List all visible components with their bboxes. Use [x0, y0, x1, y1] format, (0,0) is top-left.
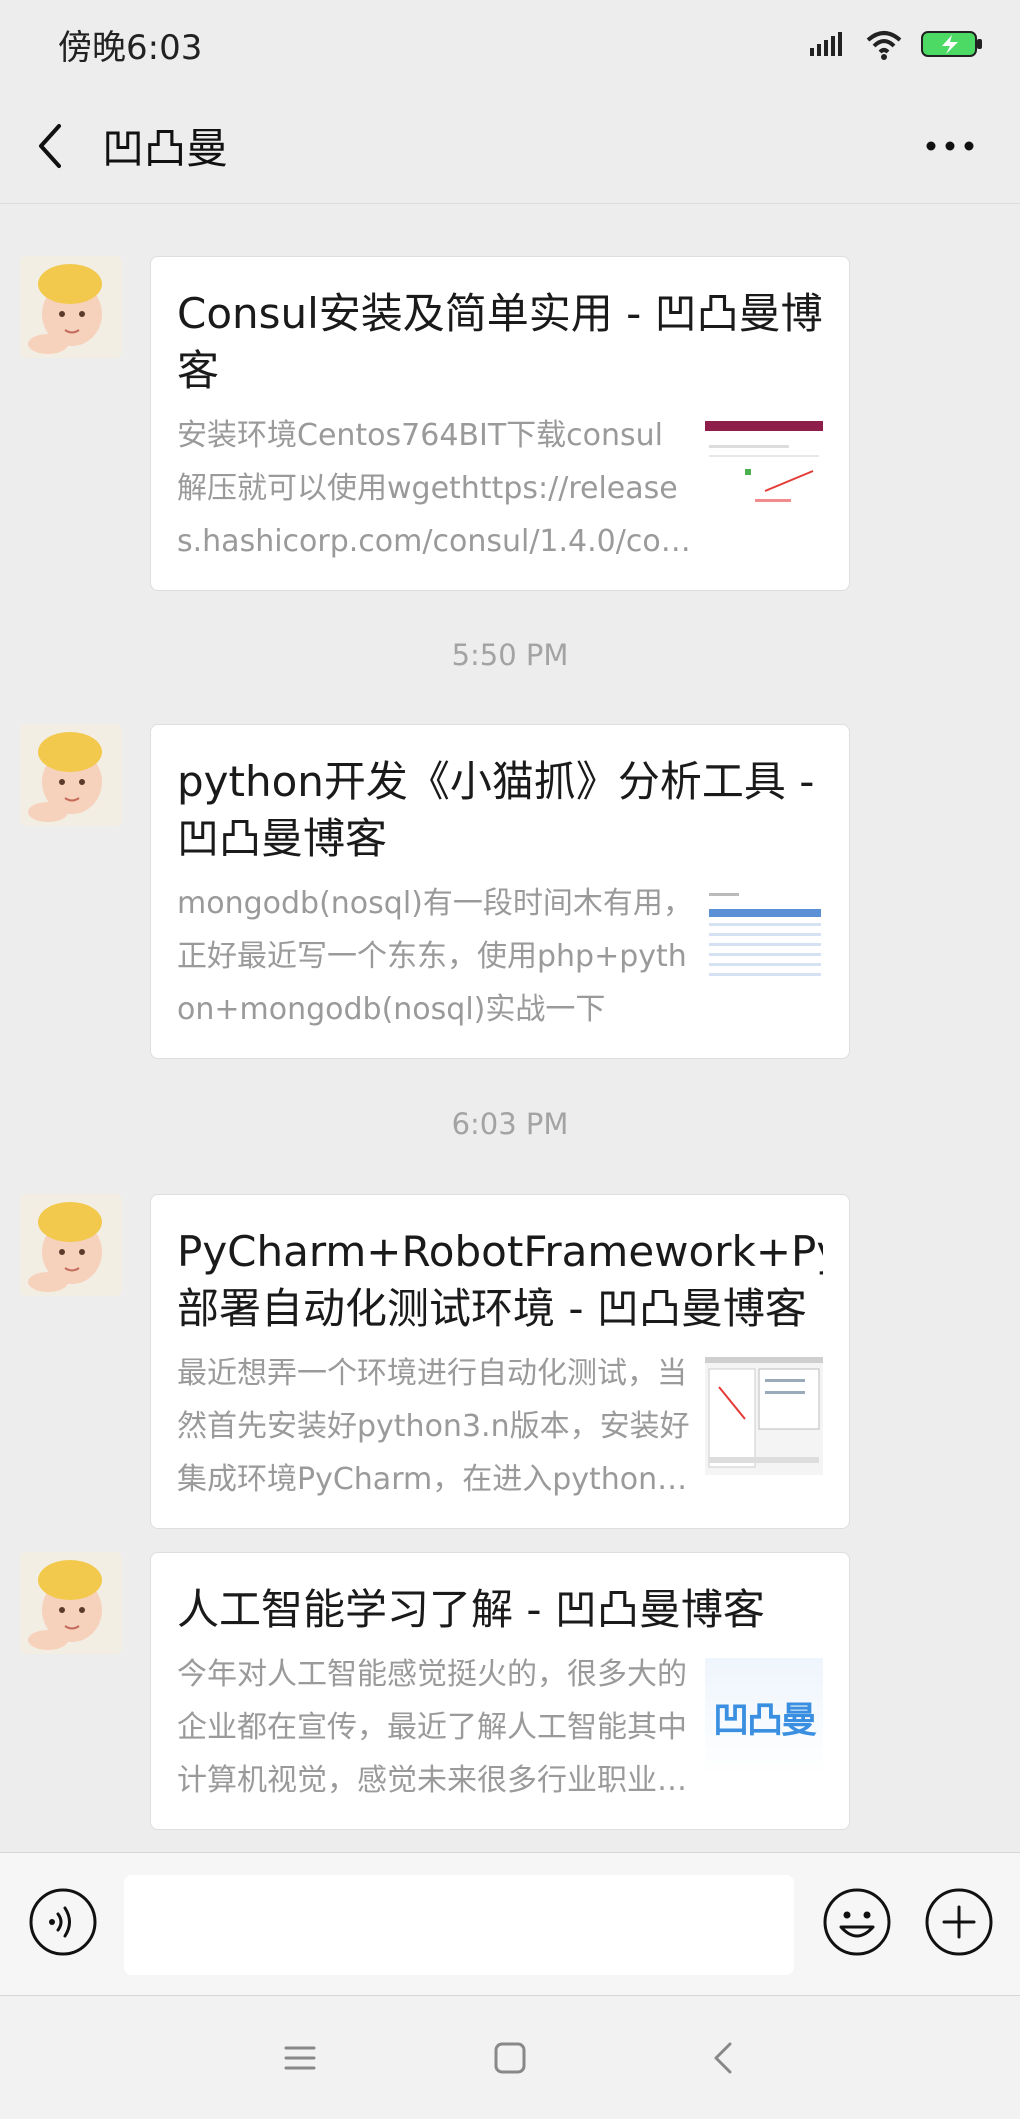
timestamp: 5:50 PM [451, 638, 569, 672]
link-card[interactable]: python开发《小猫抓》分析工具 - 凹凸曼博客 mongodb(nosql)… [150, 724, 850, 1059]
card-description: 今年对人工智能感觉挺火的，很多大的企业都在宣传，最近了解人工智能其中计算机视觉，… [177, 1657, 687, 1798]
chevron-left-icon [39, 123, 61, 168]
link-card[interactable]: Consul安装及简单实用 - 凹凸曼博客 安装环境Centos764BIT下载… [150, 256, 850, 591]
wifi-icon [866, 31, 902, 60]
signal-icon [810, 32, 842, 56]
message-list: Consul安装及简单实用 - 凹凸曼博客 安装环境Centos764BIT下载… [0, 204, 1020, 1852]
link-card[interactable]: PyCharm+RobotFramework+Python3部署自动化测试环境 … [150, 1194, 850, 1529]
card-description: 最近想弄一个环境进行自动化测试，当然首先安装好python3.n版本，安装好集成… [177, 1356, 690, 1497]
more-button[interactable] [920, 120, 980, 172]
system-nav-bar [0, 1996, 1020, 2119]
avatar[interactable] [20, 256, 122, 358]
title-bar: 凹凸曼 [0, 88, 1020, 204]
chat-title: 凹凸曼 [102, 124, 229, 173]
avatar[interactable] [20, 1194, 122, 1296]
back-button[interactable] [0, 88, 100, 204]
menu-icon [284, 2046, 316, 2070]
nav-home-button[interactable] [488, 2036, 532, 2080]
plus-icon [925, 1888, 993, 1956]
card-thumbnail: 凹凸曼 [705, 1658, 823, 1776]
card-description: mongodb(nosql)有一段时间木有用，正好最近写一个东东，使用php+p… [177, 886, 693, 1027]
card-title: Consul安装及简单实用 - 凹凸曼博客 [177, 289, 823, 395]
link-card[interactable]: 人工智能学习了解 - 凹凸曼博客 今年对人工智能感觉挺火的，很多大的企业都在宣传… [150, 1552, 850, 1830]
card-thumbnail [705, 419, 823, 537]
timestamp: 6:03 PM [451, 1107, 569, 1141]
back-triangle-icon [714, 2042, 732, 2074]
status-bar: 傍晚6:03 [0, 0, 1020, 88]
card-description: 安装环境Centos764BIT下载consul解压就可以使用wgethttps… [177, 418, 680, 559]
nav-menu-button[interactable] [278, 2036, 322, 2080]
status-time: 傍晚6:03 [58, 27, 203, 68]
message-input[interactable] [124, 1875, 794, 1975]
plus-button[interactable] [924, 1887, 994, 1957]
voice-button[interactable] [28, 1887, 98, 1957]
status-icons [808, 28, 984, 60]
more-dots-icon [926, 141, 974, 151]
input-bar [0, 1852, 1020, 1996]
battery-icon [921, 31, 982, 57]
emoji-icon [823, 1888, 891, 1956]
thumbnail-logo-text: 凹凸曼 [712, 1700, 817, 1741]
avatar[interactable] [20, 724, 122, 826]
avatar[interactable] [20, 1552, 122, 1654]
card-title: 人工智能学习了解 - 凹凸曼博客 [177, 1585, 765, 1634]
nav-back-button[interactable] [702, 2036, 746, 2080]
square-icon [494, 2042, 526, 2074]
card-thumbnail [705, 887, 823, 1005]
card-thumbnail [705, 1357, 823, 1475]
emoji-button[interactable] [822, 1887, 892, 1957]
voice-icon [29, 1888, 97, 1956]
card-title: PyCharm+RobotFramework+Python3部署自动化测试环境 … [177, 1227, 823, 1333]
card-title: python开发《小猫抓》分析工具 - 凹凸曼博客 [177, 757, 815, 863]
